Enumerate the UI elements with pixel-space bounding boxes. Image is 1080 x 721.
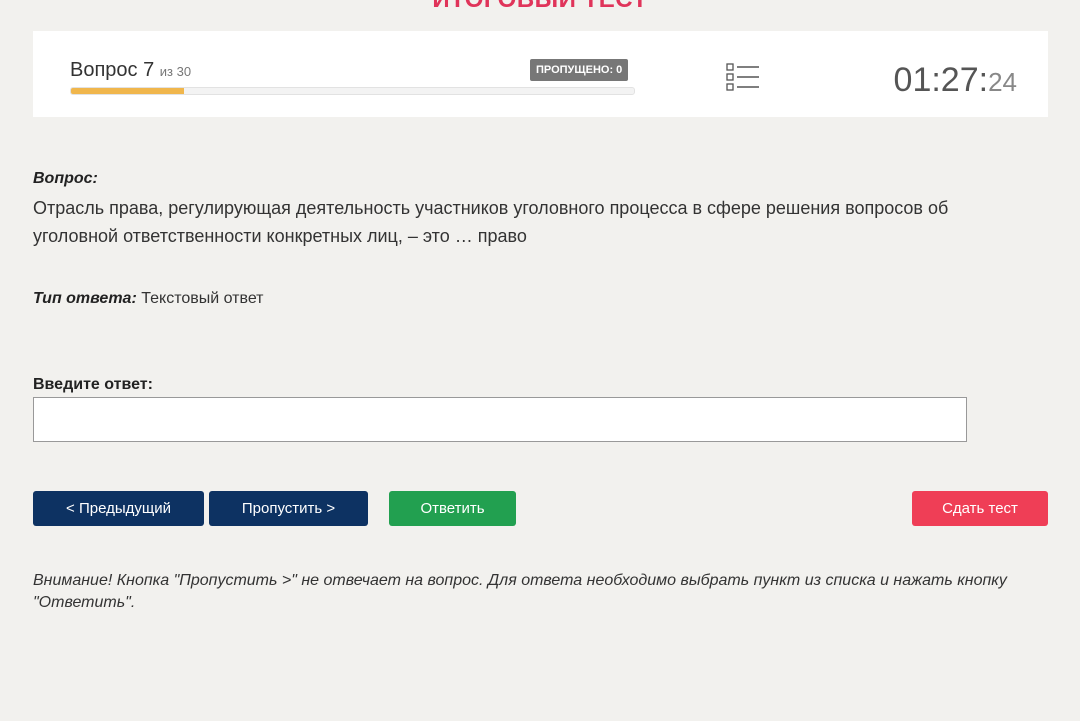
- question-heading: Вопрос:: [33, 170, 98, 187]
- skipped-badge: ПРОПУЩЕНО: 0: [530, 59, 629, 81]
- status-panel: Вопрос 7 из 30 ПРОПУЩЕНО: 0 01:27:24: [33, 31, 1048, 117]
- answer-type-value: Текстовый ответ: [141, 290, 264, 307]
- progress-bar-fill: [71, 88, 184, 94]
- timer: 01:27:24: [894, 61, 1017, 100]
- answer-input[interactable]: [33, 397, 967, 442]
- answer-input-label: Введите ответ:: [33, 376, 153, 393]
- progress-bar: [70, 87, 635, 95]
- timer-seconds: 24: [988, 67, 1017, 97]
- question-list-icon[interactable]: [726, 62, 760, 92]
- previous-button[interactable]: < Предыдущий: [33, 491, 204, 526]
- question-text: Отрасль права, регулирующая деятельность…: [33, 198, 949, 246]
- question-counter: Вопрос 7 из 30: [70, 59, 191, 82]
- answer-type-label: Тип ответа:: [33, 290, 137, 307]
- answer-type: Тип ответа: Текстовый ответ: [33, 290, 264, 308]
- answer-button[interactable]: Ответить: [389, 491, 516, 526]
- warning-note: Внимание! Кнопка "Пропустить >" не отвеч…: [33, 572, 1007, 611]
- timer-main: 01:27:: [893, 61, 989, 99]
- question-total: из 30: [159, 64, 192, 79]
- page-title: ИТОГОВЫЙ ТЕСТ: [0, 0, 1080, 14]
- question-number: Вопрос 7: [70, 59, 155, 81]
- skip-button[interactable]: Пропустить >: [209, 491, 368, 526]
- submit-test-button[interactable]: Сдать тест: [912, 491, 1048, 526]
